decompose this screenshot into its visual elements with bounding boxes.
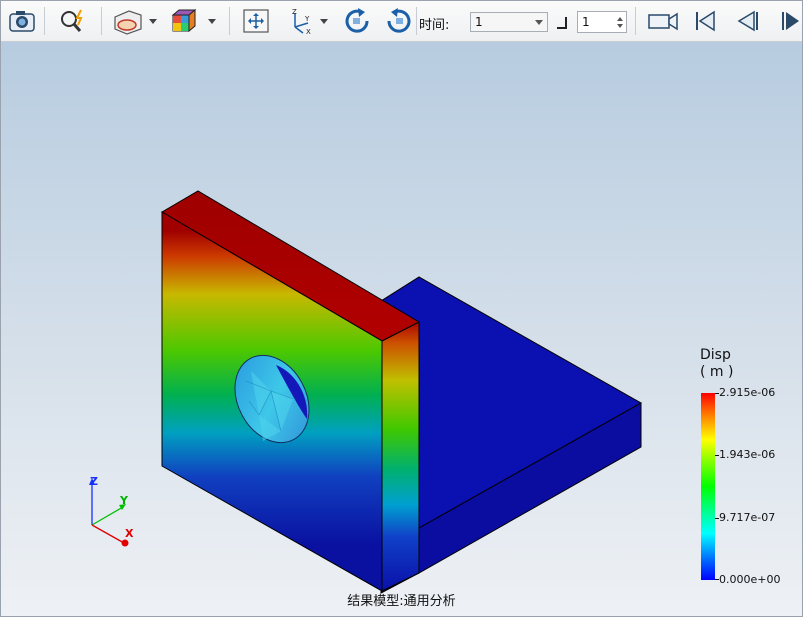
display-mode-icon[interactable] xyxy=(167,5,203,37)
legend-value-3: 9.717e-07 xyxy=(719,511,776,524)
results-viewer-window: Z Y X 时间: 1 1 Z Y X Disp (m) 2.915e-06… xyxy=(0,0,803,617)
toolbar: Z Y X 时间: 1 1 xyxy=(1,1,802,42)
probe-icon[interactable] xyxy=(56,5,90,37)
axis-view-icon[interactable]: Z Y X xyxy=(284,5,318,37)
legend-unit: ( m ) xyxy=(700,364,734,380)
result-model-label: 结果模型:通用分析 xyxy=(347,594,456,609)
triad-x-label: X xyxy=(125,527,134,540)
axis-triad: Z Y X xyxy=(89,475,134,547)
spin-up-icon[interactable] xyxy=(617,17,623,21)
prev-frame-icon[interactable] xyxy=(729,5,763,37)
axis-dropdown-caret[interactable] xyxy=(320,19,328,24)
legend-title: Disp xyxy=(700,347,731,363)
svg-text:X: X xyxy=(306,28,311,35)
color-scale-bar xyxy=(701,393,715,580)
spin-down-icon[interactable] xyxy=(617,24,623,28)
svg-text:Y: Y xyxy=(304,15,310,23)
step-spinbox[interactable]: 1 xyxy=(577,11,627,33)
section-dropdown-caret[interactable] xyxy=(149,19,157,24)
time-select-value: 1 xyxy=(475,15,483,29)
next-frame-icon[interactable] xyxy=(777,5,801,37)
display-dropdown-caret[interactable] xyxy=(208,19,216,24)
plate-side-face xyxy=(381,321,420,592)
pan-icon[interactable] xyxy=(239,5,273,37)
legend-value-2: 1.943e-06 xyxy=(719,448,776,461)
time-label: 时间: xyxy=(419,18,450,33)
fea-model-render[interactable]: Z Y X xyxy=(1,42,802,616)
record-video-icon[interactable] xyxy=(644,5,682,37)
legend-value-max: 2.915e-06 xyxy=(719,386,776,399)
section-view-icon[interactable] xyxy=(109,5,145,37)
legend-value-min: 0.000e+00 xyxy=(719,573,781,586)
step-icon xyxy=(554,11,572,33)
rotate-cw-icon[interactable] xyxy=(339,5,375,37)
chevron-down-icon xyxy=(535,20,543,25)
camera-icon[interactable] xyxy=(5,5,39,37)
step-spinbox-value: 1 xyxy=(582,15,590,29)
svg-text:Z: Z xyxy=(292,8,297,16)
rotate-ccw-icon[interactable] xyxy=(381,5,417,37)
time-select[interactable]: 1 xyxy=(470,12,548,32)
triad-y-label: Y xyxy=(119,494,129,507)
triad-z-label: Z xyxy=(90,475,98,488)
3d-viewport[interactable]: Z Y X Disp ( m ) 2.915e-06 1.943e-06 9.7… xyxy=(1,42,802,616)
first-frame-icon[interactable] xyxy=(688,5,722,37)
